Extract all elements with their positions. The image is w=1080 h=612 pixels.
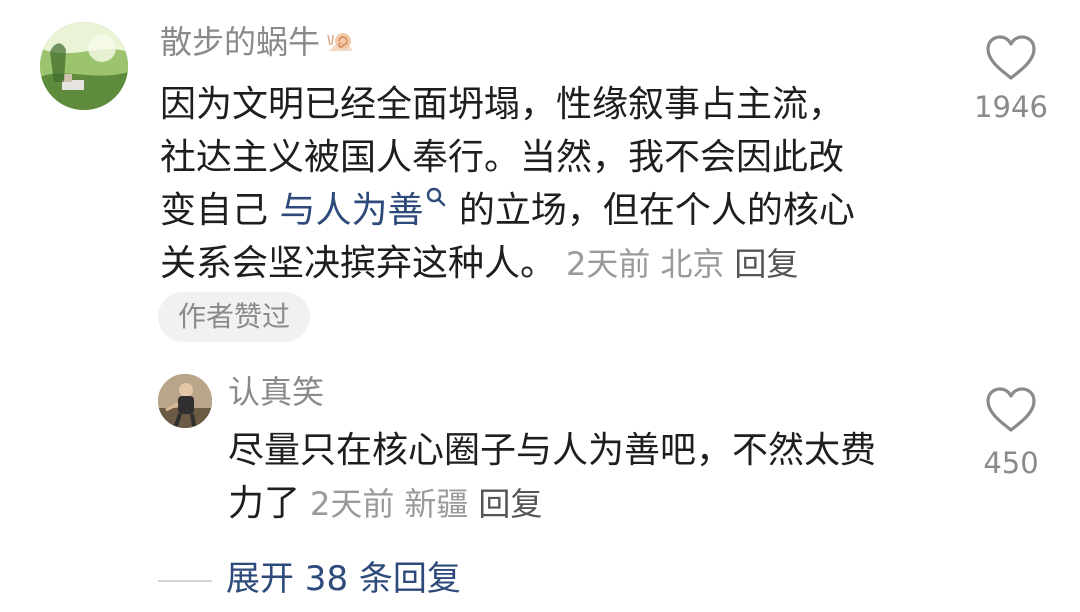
reply-location: 新疆 — [404, 485, 469, 523]
search-keyword-text: 与人为善 — [279, 190, 424, 231]
reply-username[interactable]: 认真笑 — [228, 372, 324, 412]
author-liked-badge: 作者赞过 — [158, 292, 311, 342]
comment-time: 2天前 — [566, 245, 651, 283]
avatar-image — [158, 374, 212, 428]
expand-replies-button[interactable]: 展开 38 条回复 — [226, 556, 461, 602]
avatar[interactable] — [158, 374, 212, 428]
reply-button[interactable]: 回复 — [734, 245, 798, 283]
heart-outline-icon[interactable] — [984, 386, 1038, 434]
reply-meta: 2天前 新疆 回复 — [300, 485, 542, 523]
comment-location: 北京 — [660, 245, 725, 283]
comment-text: 的立场，但在个人的核心 — [447, 190, 855, 231]
like-count: 1946 — [974, 90, 1048, 124]
reply-line: 尽量只在核心圈子与人为善吧，不然太费 — [228, 430, 877, 471]
comment-line: 关系会坚决摈弃这种人。 2天前 北京 回复 — [160, 237, 920, 291]
comment-line: 因为文明已经全面坍塌，性缘叙事占主流， — [160, 84, 845, 125]
comment-line: 变自己 与人为善 的立场，但在个人的核心 — [160, 184, 920, 237]
search-keyword-link[interactable]: 与人为善 — [279, 187, 447, 231]
search-icon — [427, 187, 446, 207]
snail-icon — [326, 33, 353, 51]
reply-line: 力了 2天前 新疆 回复 — [228, 477, 948, 531]
reply-body: 尽量只在核心圈子与人为善吧，不然太费 力了 2天前 新疆 回复 — [228, 424, 948, 531]
comment-username[interactable]: 散步的蜗牛 — [160, 22, 354, 62]
comment-line: 社达主义被国人奉行。当然，我不会因此改 — [160, 137, 845, 178]
comment-meta: 2天前 北京 回复 — [556, 245, 798, 283]
username-text: 散步的蜗牛 — [160, 23, 321, 61]
comment-body: 因为文明已经全面坍塌，性缘叙事占主流， 社达主义被国人奉行。当然，我不会因此改 … — [160, 78, 920, 291]
reply-time: 2天前 — [310, 485, 395, 523]
reply-text: 力了 — [228, 483, 301, 524]
like-count: 450 — [983, 446, 1039, 480]
comment-text: 关系会坚决摈弃这种人。 — [160, 243, 557, 284]
reply-button[interactable]: 回复 — [478, 485, 542, 523]
avatar[interactable] — [40, 22, 128, 110]
avatar-image — [40, 22, 128, 110]
divider — [158, 580, 212, 582]
comment-text: 变自己 — [160, 190, 280, 231]
heart-outline-icon[interactable] — [984, 34, 1038, 82]
